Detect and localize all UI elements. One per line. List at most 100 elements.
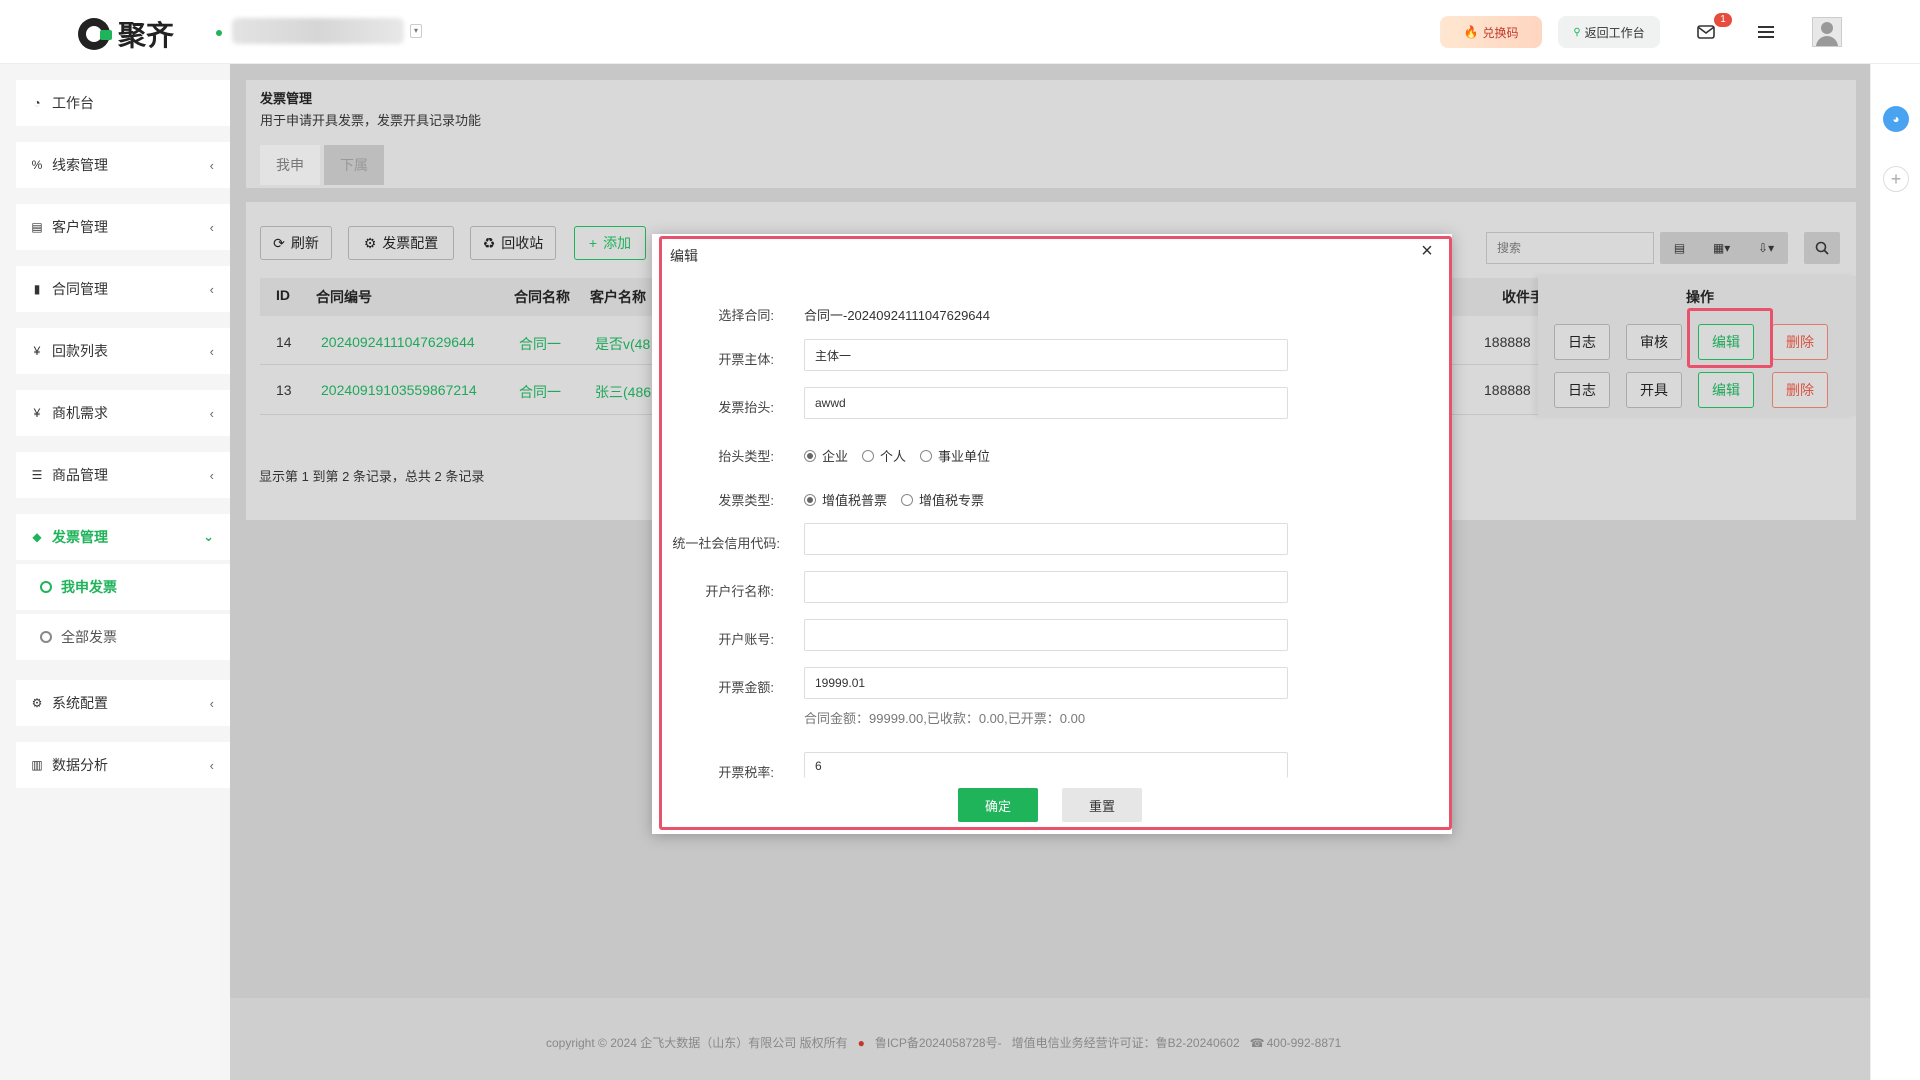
sidebar-item-customers[interactable]: ▤ 客户管理 ‹ [16,204,230,250]
police-badge-icon: ● [857,1035,865,1050]
sidebar-item-label: 合同管理 [52,281,108,297]
chevron-left-icon: ‹ [209,695,214,711]
tax-rate-label: 开票税率: [718,765,774,780]
invoice-config-button[interactable]: ⚙ 发票配置 [348,226,454,260]
log-button[interactable]: 日志 [1554,324,1610,360]
back-to-workbench-button[interactable]: ⚲ 返回工作台 [1558,16,1660,48]
tab-mine[interactable]: 我申 [260,145,320,185]
sidebar-item-products[interactable]: ☰ 商品管理 ‹ [16,452,230,498]
status-dot [216,30,222,36]
recycle-icon: ♻ [482,234,496,251]
search-small-icon: ⚲ [1573,26,1581,38]
page-subtitle: 用于申请开具发票，发票开具记录功能 [260,113,482,128]
search-button[interactable] [1804,232,1840,264]
chat-assistant-icon[interactable]: ◕ [1883,106,1909,132]
edit-button[interactable]: 编辑 [1698,372,1754,408]
bank-name-field[interactable] [804,571,1288,603]
chevron-left-icon: ‹ [209,281,214,297]
cell-contract-name[interactable]: 合同一 [519,382,561,402]
tax-rate-field[interactable] [804,752,1288,778]
delete-button[interactable]: 删除 [1772,324,1828,360]
logo-icon [78,18,112,50]
cell-contract-name[interactable]: 合同一 [519,334,561,354]
radio-institution[interactable]: 事业单位 [920,446,990,465]
table-view-icon[interactable]: ▤ [1674,241,1685,255]
right-tool-rail: ◕ + [1870,64,1920,1080]
plus-icon[interactable]: + [1883,166,1909,192]
amount-label: 开票金额: [718,680,774,695]
tab-subordinates[interactable]: 下属 [324,145,384,185]
add-button[interactable]: + 添加 [574,226,646,260]
sidebar-item-contracts[interactable]: ▮ 合同管理 ‹ [16,266,230,312]
plus-icon: + [588,235,598,251]
export-icon[interactable]: ⇩▾ [1758,241,1774,255]
sidebar-item-analytics[interactable]: ▥ 数据分析 ‹ [16,742,230,788]
recycle-label: 回收站 [501,235,544,251]
cell-contract-no[interactable]: 20240924111047629644 [321,334,475,350]
sidebar-item-opportunities[interactable]: ¥ 商机需求 ‹ [16,390,230,436]
brand-logo[interactable]: 聚齐 [78,14,174,54]
account-field[interactable] [804,619,1288,651]
chevron-left-icon: ‹ [209,757,214,773]
radio-vat-normal[interactable]: 增值税普票 [804,490,887,509]
close-icon[interactable]: × [1416,240,1438,262]
user-avatar[interactable] [1812,17,1842,47]
grid-columns-icon[interactable]: ▦▾ [1713,241,1730,255]
radio-label: 企业 [822,449,849,464]
sidebar-subitem-my-invoices[interactable]: 我申发票 [16,564,230,610]
heading-field[interactable] [804,387,1288,419]
sidebar-item-label: 发票管理 [52,529,108,545]
gear-icon: ⚙ [363,234,377,251]
footer-text: copyright © 2024 企飞大数据（山东）有限公司 版权所有 ● 鲁I… [546,1034,1341,1051]
phone-icon: ☎ [1249,1035,1265,1050]
delete-button[interactable]: 删除 [1772,372,1828,408]
redeem-code-button[interactable]: 🔥 兑换码 [1440,16,1542,48]
issue-button[interactable]: 开具 [1626,372,1682,408]
review-button[interactable]: 审核 [1626,324,1682,360]
confirm-button[interactable]: 确定 [958,788,1038,822]
amount-field[interactable] [804,667,1288,699]
log-button[interactable]: 日志 [1554,372,1610,408]
refresh-icon: ⟳ [273,234,285,251]
sidebar-item-label: 工作台 [52,95,94,111]
phone-text: 400-992-8871 [1266,1035,1342,1050]
sidebar-item-payments[interactable]: ¥ 回款列表 ‹ [16,328,230,374]
chevron-left-icon: ‹ [209,219,214,235]
sidebar-item-leads[interactable]: % 线索管理 ‹ [16,142,230,188]
sidebar-item-invoices[interactable]: ◆ 发票管理 ⌄ [16,514,230,560]
radio-enterprise[interactable]: 企业 [804,446,848,465]
company-name-blurred[interactable] [232,18,404,44]
cell-customer[interactable]: 张三(486 [595,382,651,402]
search-input[interactable] [1486,232,1654,264]
bar-chart-icon: ▥ [31,758,43,772]
radio-label: 增值税普票 [822,493,888,508]
edit-button-highlight [1687,308,1773,368]
sidebar-subitem-all-invoices[interactable]: 全部发票 [16,614,230,660]
yen-icon: ¥ [33,406,41,420]
refresh-button[interactable]: ⟳ 刷新 [260,226,332,260]
sidebar-item-workbench[interactable]: ◔ 工作台 [16,80,230,126]
reset-button[interactable]: 重置 [1062,788,1142,822]
radio-unchecked-icon [901,493,914,506]
menu-icon [1758,26,1774,38]
radio-personal[interactable]: 个人 [862,446,906,465]
company-dropdown-icon[interactable]: ▾ [410,24,422,38]
credit-code-field[interactable] [804,523,1288,555]
license-text: 增值电信业务经营许可证：鲁B2-20240602 [1011,1036,1240,1050]
column-header-id: ID [276,287,290,303]
id-card-icon: ▤ [31,220,43,234]
recycle-bin-button[interactable]: ♻ 回收站 [470,226,556,260]
subject-field[interactable] [804,339,1288,371]
chevron-down-icon: ⌄ [203,529,214,544]
menu-button[interactable] [1748,14,1784,50]
radio-vat-special[interactable]: 增值税专票 [901,490,984,509]
icp-link[interactable]: 鲁ICP备2024058728号- [875,1034,1002,1051]
sidebar-item-system[interactable]: ⚙ 系统配置 ‹ [16,680,230,726]
contract-value: 合同一-20240924111047629644 [804,308,990,323]
gears-icon: ⚙ [31,696,43,710]
cell-contract-no[interactable]: 20240919103559867214 [321,382,477,398]
cell-customer[interactable]: 是否v(48 [595,334,650,354]
contract-label: 选择合同: [718,308,774,323]
mail-icon [1697,25,1715,39]
column-header-actions: 操作 [1686,289,1714,305]
